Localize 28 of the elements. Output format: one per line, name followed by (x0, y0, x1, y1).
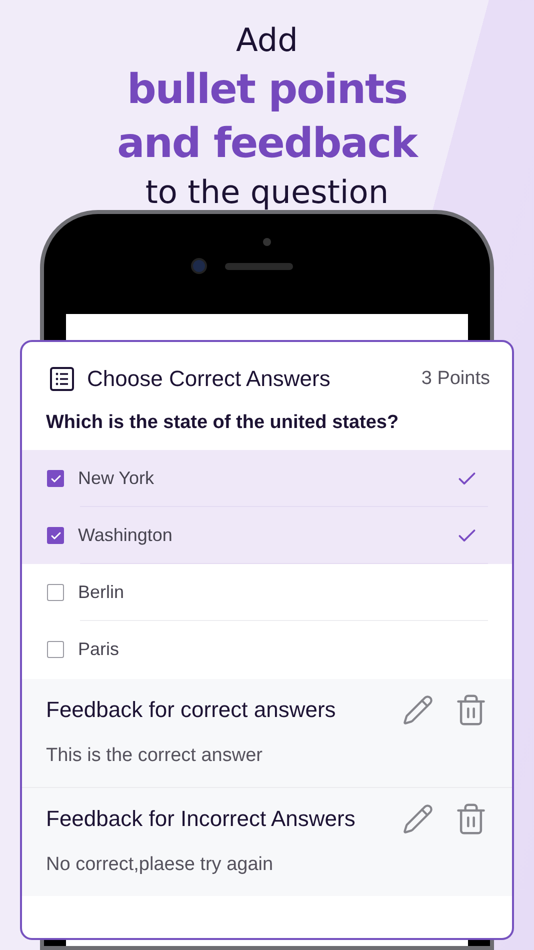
answer-option[interactable]: Washington (22, 507, 512, 564)
feedback-title: Feedback for correct answers (46, 697, 337, 723)
edit-button[interactable] (402, 803, 434, 835)
headline-highlight: bullet points (126, 64, 408, 115)
question-text: Which is the state of the united states? (45, 411, 400, 435)
option-label: Washington (78, 525, 174, 546)
list-icon (49, 366, 75, 392)
delete-button[interactable] (454, 802, 488, 836)
checkmark-icon (50, 472, 62, 484)
question-type-title: Choose Correct Answers (87, 366, 332, 392)
headline-highlight: and feedback (117, 118, 417, 169)
checkbox[interactable] (47, 527, 64, 544)
answer-option[interactable]: New York (22, 450, 512, 507)
feedback-text: No correct,plaese try again (46, 854, 274, 876)
checkbox[interactable] (47, 584, 64, 601)
option-label: Paris (78, 639, 120, 660)
checkbox[interactable] (47, 470, 64, 487)
feedback-title: Feedback for Incorrect Answers (46, 806, 356, 832)
checkbox[interactable] (47, 641, 64, 658)
feedback-text: This is the correct answer (46, 745, 264, 767)
edit-button[interactable] (402, 694, 434, 726)
option-label: New York (78, 468, 156, 489)
headline-text: Add (236, 20, 298, 61)
option-label: Berlin (78, 582, 126, 603)
points-label: 3 Points (421, 368, 490, 390)
checkmark-icon (50, 530, 62, 542)
delete-button[interactable] (454, 693, 488, 727)
headline-text: to the question (145, 172, 389, 213)
